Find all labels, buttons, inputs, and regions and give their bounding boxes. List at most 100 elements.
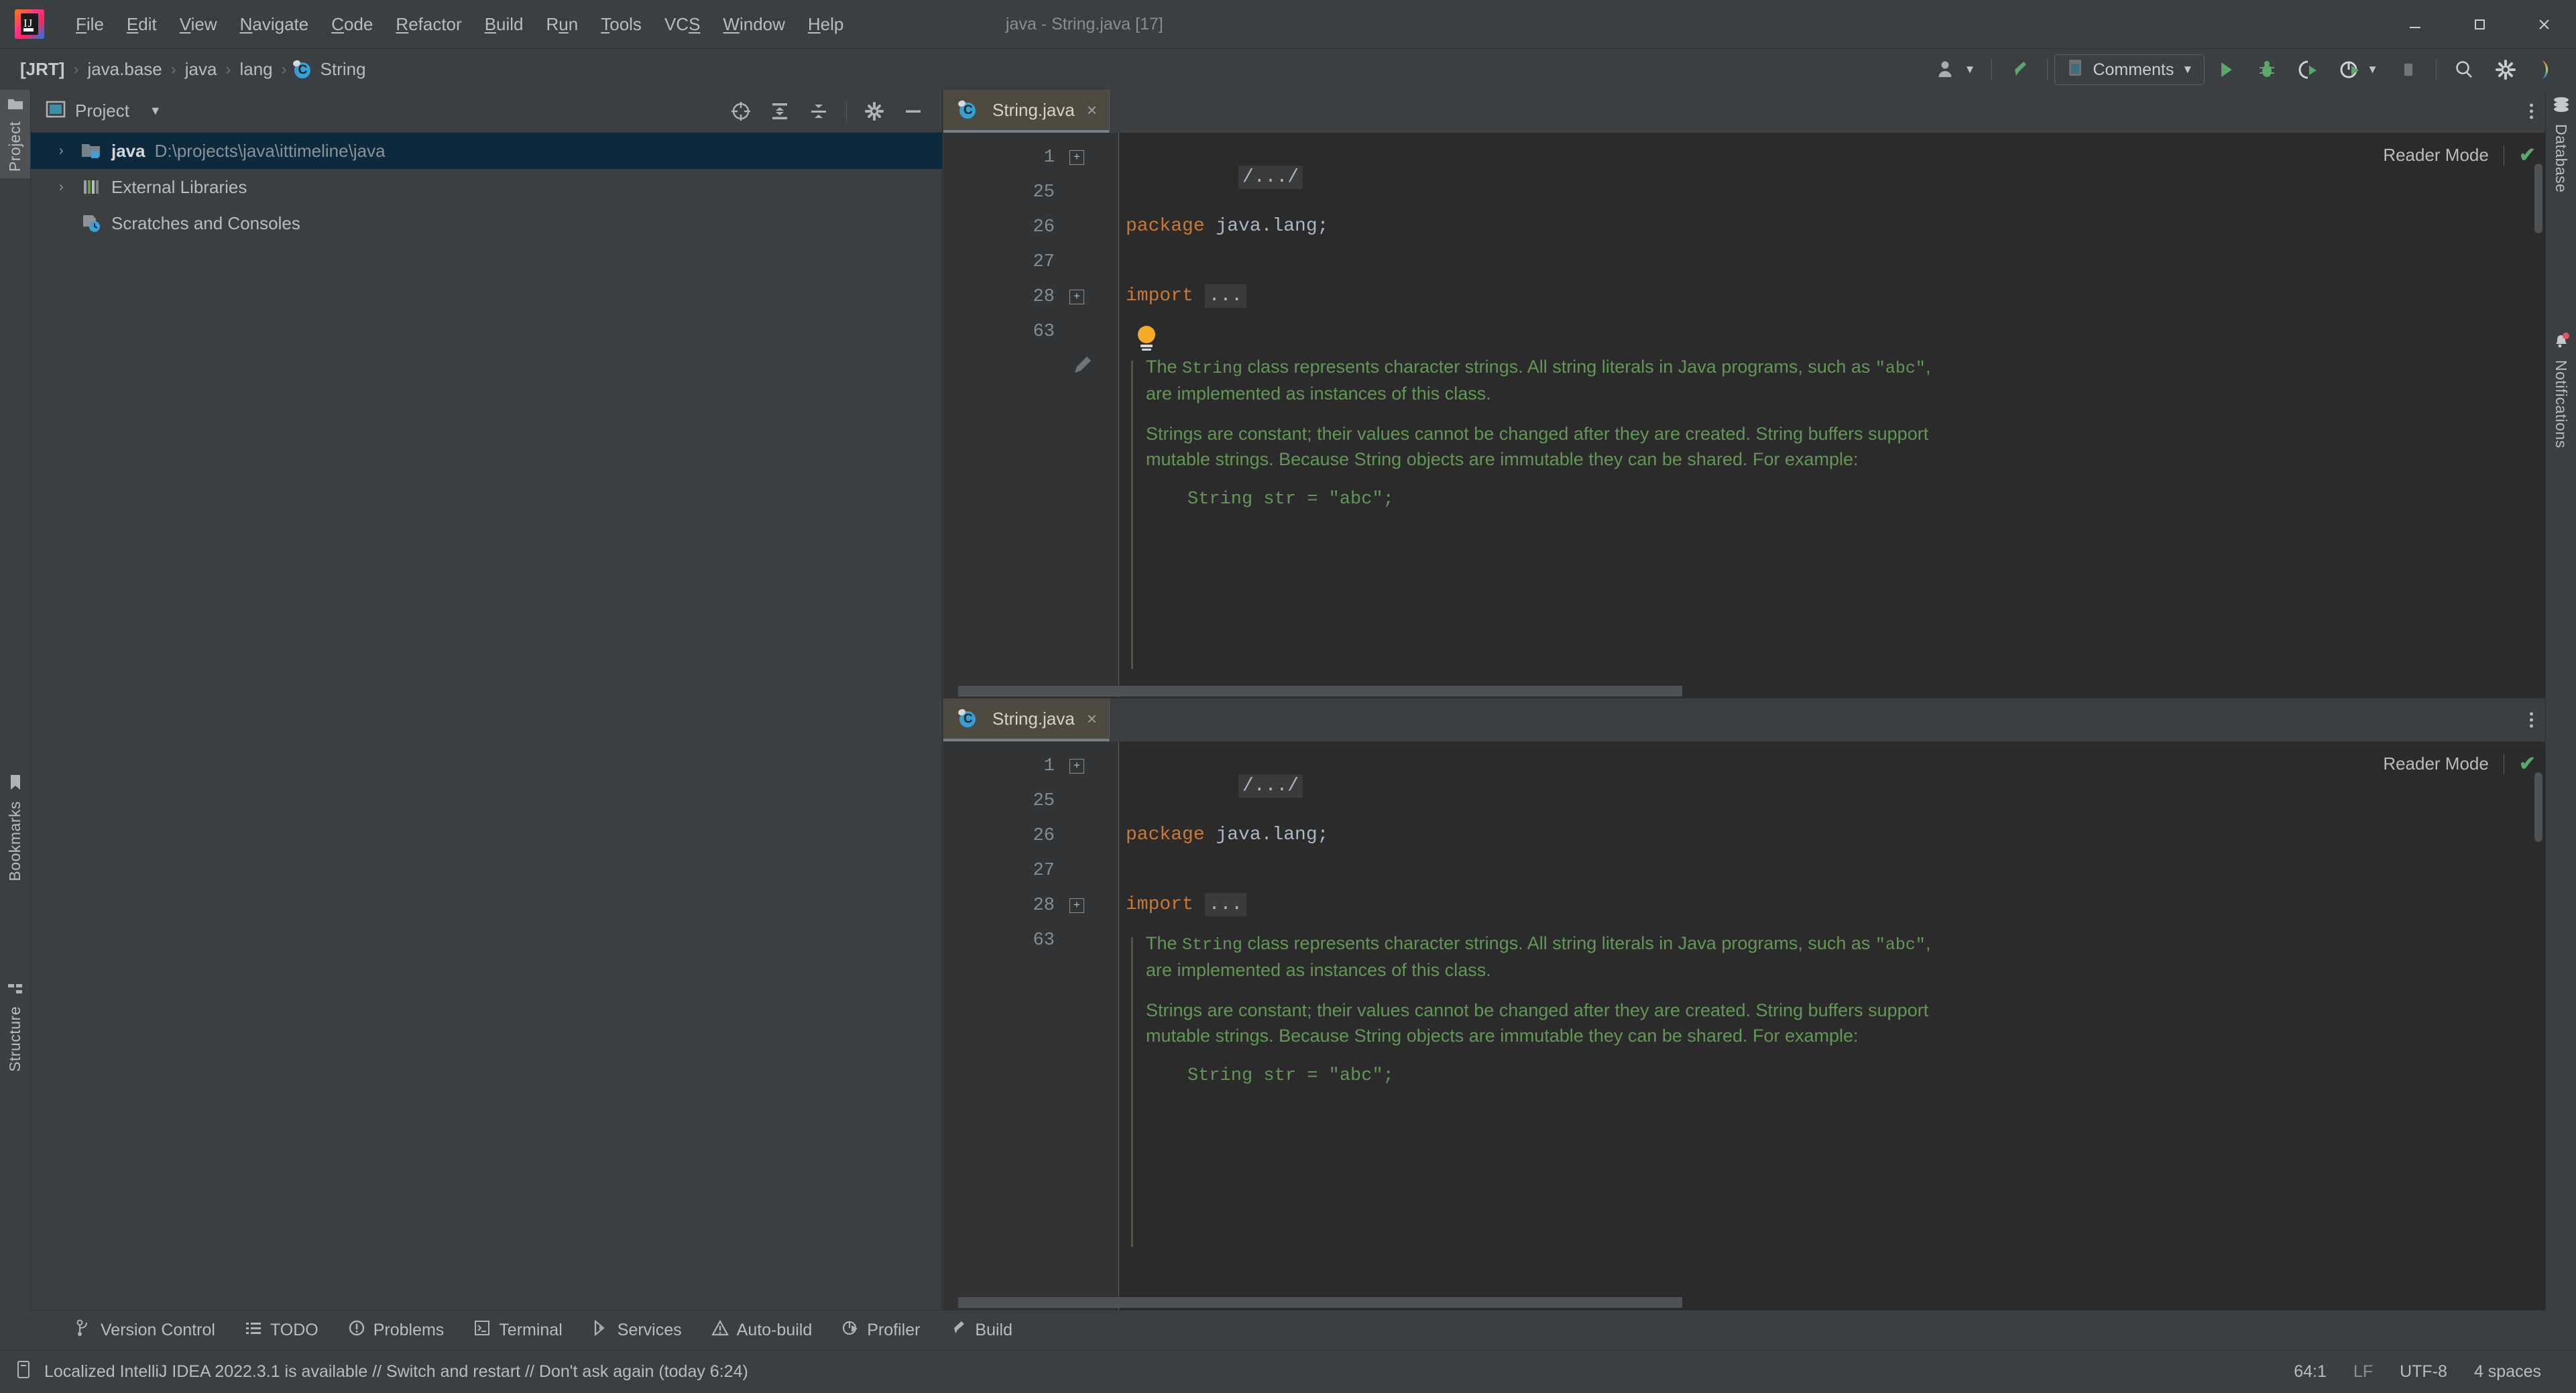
bottom-tab-version-control[interactable]: Version Control xyxy=(60,1311,230,1351)
menu-item-build[interactable]: Build xyxy=(473,10,535,39)
more-options-icon[interactable] xyxy=(2530,712,2533,728)
fold-marker[interactable]: + xyxy=(1069,290,1084,304)
reader-mode-indicator[interactable]: Reader Mode ✔ xyxy=(2383,143,2536,167)
editor-body-top[interactable]: 1 25 26 27 28 63 + + /.../ package java. xyxy=(943,133,2545,699)
editor-tabs-bottom: C String.java × xyxy=(943,699,2545,741)
expand-all-icon[interactable] xyxy=(760,92,799,131)
javadoc-content-top: The String class represents character st… xyxy=(1146,354,1937,513)
close-icon[interactable]: × xyxy=(1087,100,1097,121)
fold-marker[interactable]: + xyxy=(1069,150,1084,165)
inspection-ok-icon[interactable]: ✔ xyxy=(2519,143,2536,167)
gear-icon[interactable] xyxy=(855,92,894,131)
bottom-tab-label: Auto-build xyxy=(736,1321,813,1339)
bottom-tab-auto-build[interactable]: Auto-build xyxy=(697,1311,827,1351)
more-options-icon[interactable] xyxy=(2530,103,2533,119)
select-opened-file-icon[interactable] xyxy=(721,92,760,131)
line-number: 26 xyxy=(1033,217,1055,237)
menu-item-refactor[interactable]: Refactor xyxy=(384,10,473,39)
bottom-tool-bar: Version Control TODO Problems Terminal Servi… xyxy=(31,1310,2545,1350)
menu-item-navigate[interactable]: Navigate xyxy=(229,10,320,39)
vertical-scrollbar-bottom[interactable] xyxy=(2534,772,2542,842)
menu-item-vcs[interactable]: VCS xyxy=(653,10,711,39)
file-encoding[interactable]: UTF-8 xyxy=(2400,1362,2447,1382)
breadcrumb-item[interactable]: String xyxy=(318,58,369,81)
horizontal-scrollbar-bottom[interactable] xyxy=(958,1297,1682,1308)
menu-item-view[interactable]: View xyxy=(168,10,229,39)
tab-string-java[interactable]: C String.java × xyxy=(943,90,1110,133)
fold-marker[interactable]: + xyxy=(1069,898,1084,913)
sidebar-item-bookmarks[interactable]: Bookmarks xyxy=(0,767,30,888)
folded-imports[interactable]: ... xyxy=(1204,893,1247,916)
breadcrumb-item[interactable]: [JRT] xyxy=(17,58,67,81)
menu-item-help[interactable]: Help xyxy=(797,10,855,39)
menu-item-run[interactable]: Run xyxy=(535,10,590,39)
sidebar-item-notifications[interactable]: Notifications xyxy=(2546,324,2576,455)
run-play-icon[interactable] xyxy=(2205,49,2246,90)
bottom-tab-problems[interactable]: Problems xyxy=(333,1311,459,1351)
sidebar-item-structure[interactable]: Structure xyxy=(0,975,30,1079)
editor-body-bottom[interactable]: 1 25 26 27 28 63 + + /.../ package java.… xyxy=(943,741,2545,1310)
tab-string-java[interactable]: C String.java × xyxy=(943,699,1110,741)
intention-bulb-icon[interactable] xyxy=(1138,326,1155,351)
chevron-right-icon[interactable]: › xyxy=(59,180,80,195)
collapse-all-icon[interactable] xyxy=(799,92,838,131)
sidebar-item-database[interactable]: Database xyxy=(2546,90,2576,199)
breadcrumb-item[interactable]: java xyxy=(182,58,220,81)
bottom-tab-terminal[interactable]: Terminal xyxy=(459,1311,577,1351)
menu-item-tools[interactable]: Tools xyxy=(589,10,653,39)
status-message-area[interactable]: Localized IntelliJ IDEA 2022.3.1 is avai… xyxy=(15,1359,748,1384)
maximize-icon[interactable] xyxy=(2447,0,2512,48)
list-item[interactable]: › java D:\projects\java\ittimeline\java xyxy=(31,133,942,169)
ide-assistant-icon[interactable] xyxy=(2526,49,2576,90)
editor-gutter-top[interactable]: 1 25 26 27 28 63 + + xyxy=(943,133,1119,699)
close-icon[interactable]: × xyxy=(1087,709,1097,729)
folded-imports[interactable]: ... xyxy=(1204,284,1247,308)
editor-code-top[interactable]: /.../ package java.lang; import ... The … xyxy=(1119,133,2545,699)
account-icon[interactable]: ▼ xyxy=(1927,49,1985,90)
menu-item-window[interactable]: Window xyxy=(711,10,796,39)
bottom-tab-services[interactable]: Services xyxy=(577,1311,697,1351)
build-hammer-icon[interactable] xyxy=(1999,49,2040,90)
javadoc-margin-line xyxy=(1131,361,1133,669)
bottom-tab-todo[interactable]: TODO xyxy=(230,1311,333,1351)
stop-icon[interactable] xyxy=(2388,49,2429,90)
folded-comment[interactable]: /.../ xyxy=(1238,774,1303,798)
gear-icon[interactable] xyxy=(2485,49,2526,90)
status-message[interactable]: Localized IntelliJ IDEA 2022.3.1 is avai… xyxy=(44,1362,748,1382)
edit-pencil-icon[interactable] xyxy=(1071,355,1094,383)
line-separator[interactable]: LF xyxy=(2353,1362,2373,1382)
comments-dropdown[interactable]: Comments ▼ xyxy=(2054,54,2205,85)
list-item[interactable]: Scratches and Consoles xyxy=(31,205,942,241)
search-icon[interactable] xyxy=(2443,49,2485,90)
editor-gutter-bottom[interactable]: 1 25 26 27 28 63 + + xyxy=(943,741,1119,1310)
debug-bug-icon[interactable] xyxy=(2246,49,2288,90)
menu-item-code[interactable]: Code xyxy=(320,10,384,39)
caret-position[interactable]: 64:1 xyxy=(2294,1362,2327,1382)
editor-code-bottom[interactable]: /.../ package java.lang; import ... The … xyxy=(1119,741,2545,1310)
javadoc-content-bottom: The String class represents character st… xyxy=(1146,930,1937,1089)
breadcrumb-item[interactable]: java.base xyxy=(84,58,164,81)
menu-item-file[interactable]: File xyxy=(64,10,115,39)
close-icon[interactable] xyxy=(2512,0,2576,48)
status-bar: Localized IntelliJ IDEA 2022.3.1 is avai… xyxy=(0,1350,2576,1393)
bottom-tab-build[interactable]: Build xyxy=(935,1311,1027,1351)
list-item[interactable]: › External Libraries xyxy=(31,169,942,205)
inspection-ok-icon[interactable]: ✔ xyxy=(2519,752,2536,776)
run-with-coverage-icon[interactable] xyxy=(2288,49,2329,90)
profiler-icon[interactable]: ▼ xyxy=(2329,49,2388,90)
chevron-down-icon[interactable]: ▼ xyxy=(150,104,162,118)
vertical-scrollbar-top[interactable] xyxy=(2534,164,2542,233)
sidebar-item-project[interactable]: Project xyxy=(0,90,30,179)
hide-icon[interactable] xyxy=(894,92,933,131)
breadcrumb-item[interactable]: lang xyxy=(237,58,275,81)
indent-setting[interactable]: 4 spaces xyxy=(2474,1362,2541,1382)
folded-comment[interactable]: /.../ xyxy=(1238,166,1303,189)
bottom-tab-profiler[interactable]: Profiler xyxy=(827,1311,935,1351)
horizontal-scrollbar-top[interactable] xyxy=(958,686,1682,696)
fold-marker[interactable]: + xyxy=(1069,759,1084,774)
chevron-right-icon[interactable]: › xyxy=(59,143,80,159)
reader-mode-indicator[interactable]: Reader Mode ✔ xyxy=(2383,752,2536,776)
menu-item-edit[interactable]: Edit xyxy=(115,10,168,39)
minimize-icon[interactable] xyxy=(2383,0,2447,48)
toolbar-divider xyxy=(2047,58,2048,81)
